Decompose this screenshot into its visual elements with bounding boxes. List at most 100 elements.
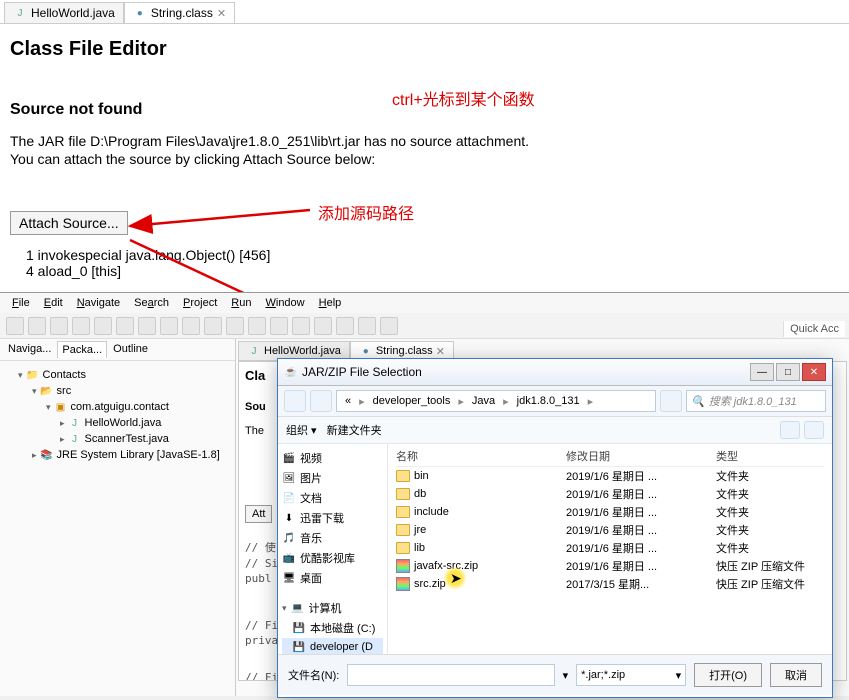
file-row[interactable]: lib2019/1/6 星期日 ...文件夹 <box>396 539 824 557</box>
breadcrumb[interactable]: « ▸ developer_tools ▸ Java ▸ jdk1.8.0_13… <box>336 390 656 412</box>
side-drive-c[interactable]: 💾本地磁盘 (C:) <box>282 618 383 638</box>
toolbar-button[interactable] <box>380 317 398 335</box>
side-tab-package[interactable]: Packa... <box>57 341 107 358</box>
crumb-java[interactable]: Java <box>468 395 499 407</box>
attach-source-button[interactable]: Attach Source... <box>10 211 128 235</box>
side-computer[interactable]: ▾💻计算机 <box>282 598 383 618</box>
file-row[interactable]: include2019/1/6 星期日 ...文件夹 <box>396 503 824 521</box>
file-row[interactable]: bin2019/1/6 星期日 ...文件夹 <box>396 467 824 485</box>
dialog-body: 🎬视频 🖼图片 📄文档 ⬇迅雷下载 🎵音乐 📺 优酷影视库 🖥桌面 ▾💻计算机 💾… <box>278 444 832 654</box>
forward-button[interactable] <box>310 390 332 412</box>
zip-icon <box>396 577 410 591</box>
attach-button-small[interactable]: Att <box>245 505 272 523</box>
crumb-devtools[interactable]: developer_tools <box>369 395 455 407</box>
toolbar-button[interactable] <box>314 317 332 335</box>
expand-icon: ▸ <box>32 450 37 461</box>
tree-src[interactable]: ▾📂src <box>4 383 231 399</box>
tree-label: com.atguigu.contact <box>71 401 169 413</box>
menu-edit[interactable]: Edit <box>38 295 69 311</box>
dialog-search[interactable]: 🔍 搜索 jdk1.8.0_131 <box>686 390 826 412</box>
menu-file[interactable]: File <box>6 295 36 311</box>
crumb-jdk[interactable]: jdk1.8.0_131 <box>513 395 584 407</box>
tree-project[interactable]: ▾📁Contacts <box>4 367 231 383</box>
file-row[interactable]: db2019/1/6 星期日 ...文件夹 <box>396 485 824 503</box>
menu-navigate[interactable]: Navigate <box>71 295 126 311</box>
menu-search[interactable]: Search <box>128 295 175 311</box>
toolbar-button[interactable] <box>358 317 376 335</box>
dropdown-icon[interactable]: ▾ <box>563 669 569 682</box>
crumb-overflow[interactable]: « <box>341 395 355 407</box>
filetype-select[interactable]: *.jar;*.zip▾ <box>576 664 686 686</box>
col-date[interactable]: 修改日期 <box>566 448 716 464</box>
toolbar-button[interactable] <box>336 317 354 335</box>
tab-label: String.class <box>376 345 433 357</box>
toolbar-button[interactable] <box>160 317 178 335</box>
maximize-button[interactable]: □ <box>776 363 800 381</box>
dialog-footer: 文件名(N): ▾ *.jar;*.zip▾ 打开(O) 取消 <box>278 654 832 695</box>
toolbar-button[interactable] <box>94 317 112 335</box>
file-type: 文件夹 <box>716 468 824 484</box>
toolbar-button[interactable] <box>182 317 200 335</box>
side-documents[interactable]: 📄文档 <box>282 488 383 508</box>
toolbar-button[interactable] <box>204 317 222 335</box>
toolbar-button[interactable] <box>28 317 46 335</box>
side-pictures[interactable]: 🖼图片 <box>282 468 383 488</box>
col-name[interactable]: 名称 <box>396 448 566 464</box>
menu-window[interactable]: Window <box>259 295 310 311</box>
toolbar-button[interactable] <box>292 317 310 335</box>
view-button[interactable] <box>780 421 800 439</box>
tree-file-helloworld[interactable]: ▸JHelloWorld.java <box>4 415 231 431</box>
toolbar-button[interactable] <box>6 317 24 335</box>
menu-project[interactable]: Project <box>177 295 223 311</box>
file-date: 2017/3/15 星期... <box>566 576 716 592</box>
menu-help[interactable]: Help <box>313 295 348 311</box>
side-label: 计算机 <box>309 600 342 616</box>
side-music[interactable]: 🎵音乐 <box>282 528 383 548</box>
tab-stringclass[interactable]: ● String.class ✕ <box>124 2 235 23</box>
tree-jre[interactable]: ▸📚JRE System Library [JavaSE-1.8] <box>4 447 231 463</box>
side-tab-outline[interactable]: Outline <box>109 341 152 358</box>
side-youku[interactable]: 📺 优酷影视库 <box>282 548 383 568</box>
file-name: lib <box>414 542 425 554</box>
expand-icon: ▾ <box>46 402 51 413</box>
back-button[interactable] <box>284 390 306 412</box>
tree-file-scannertest[interactable]: ▸JScannerTest.java <box>4 431 231 447</box>
side-label: 优酷影视库 <box>300 550 355 566</box>
close-button[interactable]: ✕ <box>802 363 826 381</box>
toolbar-button[interactable] <box>72 317 90 335</box>
file-row[interactable]: jre2019/1/6 星期日 ...文件夹 <box>396 521 824 539</box>
chevron-right-icon: ▸ <box>454 395 468 408</box>
toolbar-button[interactable] <box>226 317 244 335</box>
toolbar-button[interactable] <box>50 317 68 335</box>
tree-label: src <box>57 385 72 397</box>
refresh-button[interactable] <box>660 390 682 412</box>
organize-menu[interactable]: 组织 ▾ <box>286 422 317 438</box>
cancel-button[interactable]: 取消 <box>770 663 822 687</box>
toolbar-button[interactable] <box>270 317 288 335</box>
new-folder-button[interactable]: 新建文件夹 <box>327 422 382 438</box>
side-video[interactable]: 🎬视频 <box>282 448 383 468</box>
side-desktop[interactable]: 🖥桌面 <box>282 568 383 588</box>
menu-run[interactable]: Run <box>225 295 257 311</box>
drive-icon: 💾 <box>292 621 306 635</box>
minimize-button[interactable]: — <box>750 363 774 381</box>
dialog-titlebar[interactable]: ☕ JAR/ZIP File Selection — □ ✕ <box>278 359 832 386</box>
col-type[interactable]: 类型 <box>716 448 824 464</box>
help-button[interactable] <box>804 421 824 439</box>
toolbar-button[interactable] <box>138 317 156 335</box>
toolbar-button[interactable] <box>248 317 266 335</box>
side-downloads[interactable]: ⬇迅雷下载 <box>282 508 383 528</box>
tab-helloworld[interactable]: J HelloWorld.java <box>4 2 124 23</box>
video-lib-icon: 📺 <box>282 551 296 565</box>
side-drive-d[interactable]: 💾developer (D <box>282 638 383 654</box>
toolbar-button[interactable] <box>116 317 134 335</box>
open-button[interactable]: 打开(O) <box>694 663 762 687</box>
editor-title: Class File Editor <box>10 38 839 61</box>
tree-package[interactable]: ▾▣com.atguigu.contact <box>4 399 231 415</box>
close-icon[interactable]: ✕ <box>217 7 226 20</box>
side-tab-navigator[interactable]: Naviga... <box>4 341 55 358</box>
quick-access[interactable]: Quick Acc <box>783 321 845 337</box>
project-icon: 📁 <box>26 368 40 382</box>
filename-input[interactable] <box>347 664 554 686</box>
close-icon[interactable]: ✕ <box>436 345 445 358</box>
